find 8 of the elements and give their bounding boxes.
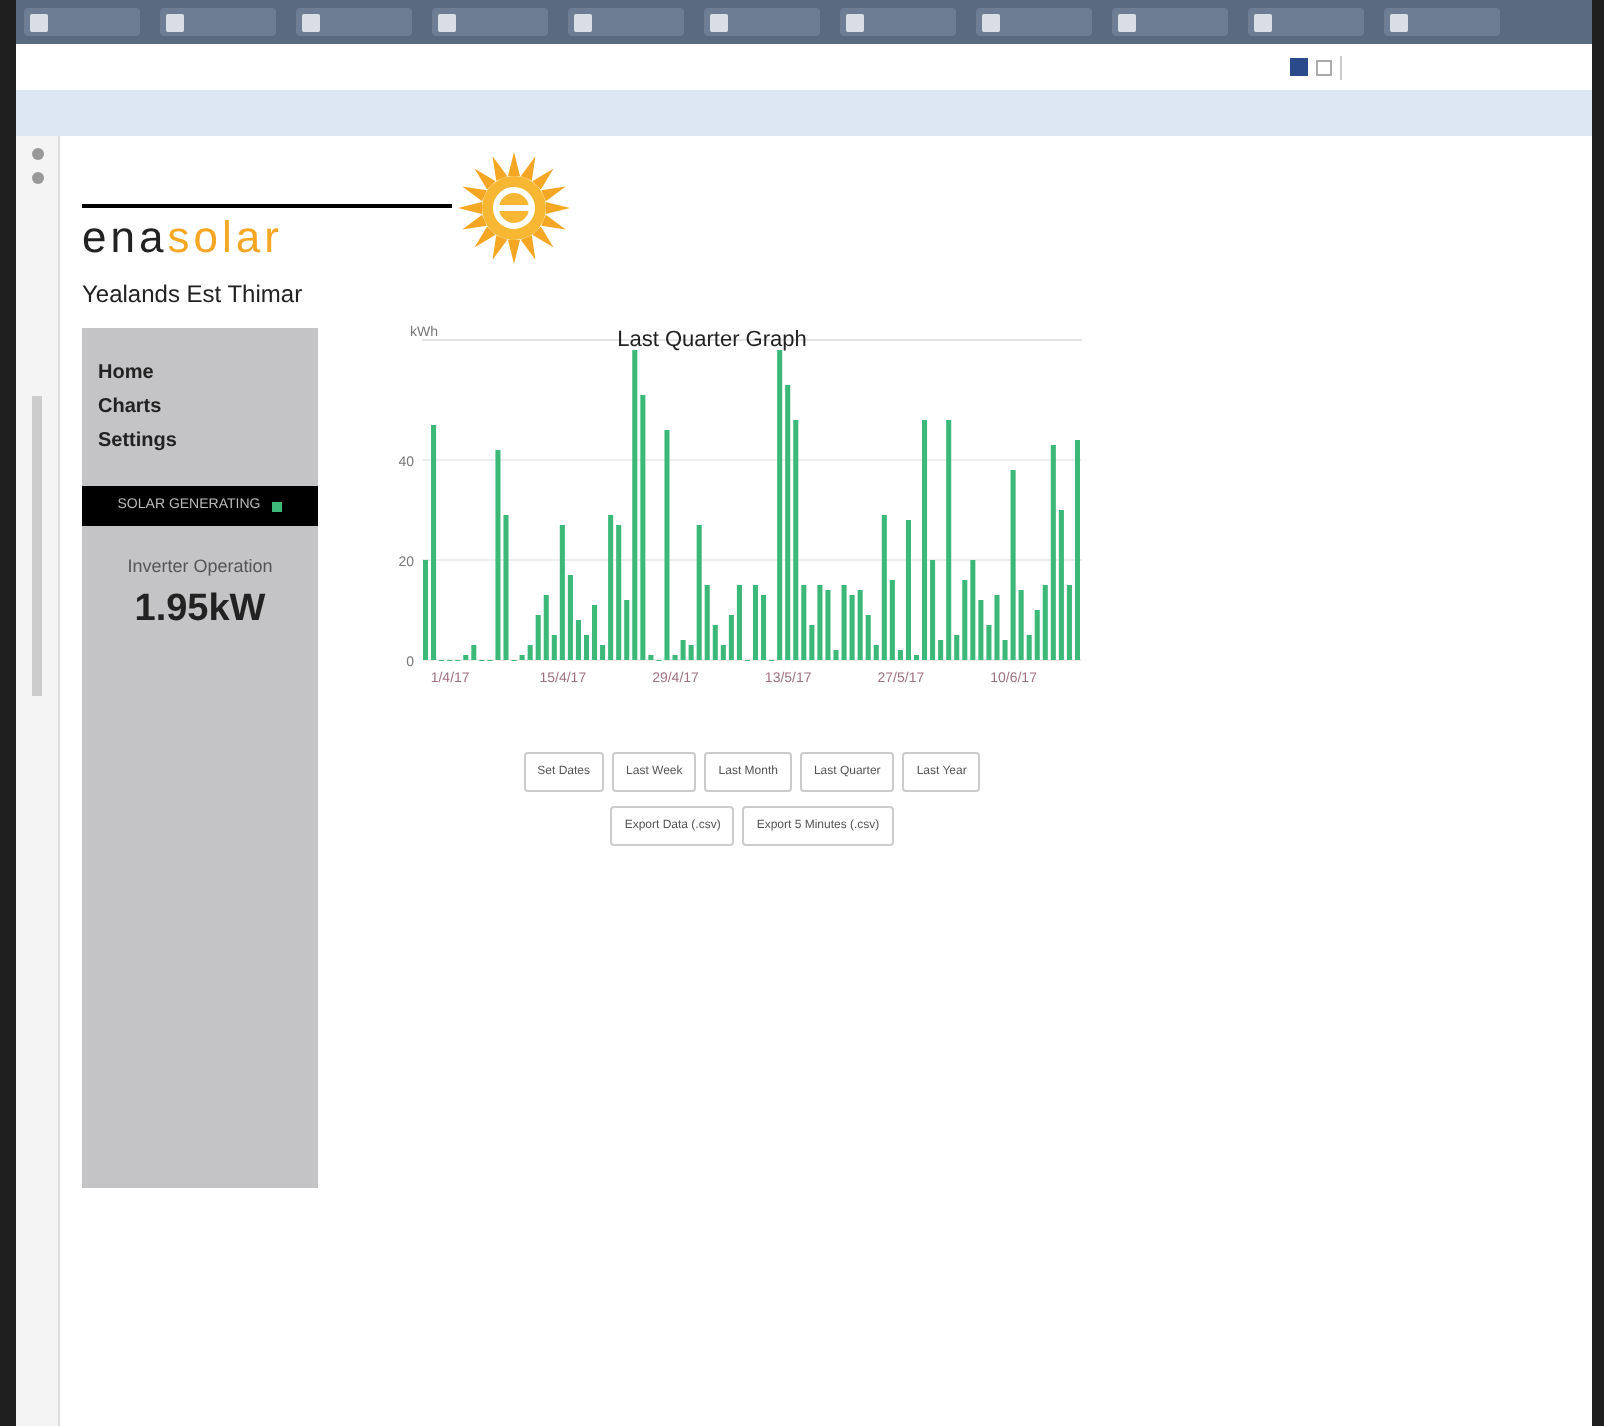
site-name: Yealands Est Thimar: [82, 278, 305, 312]
nav-link[interactable]: Charts: [82, 390, 318, 424]
nav-link[interactable]: Settings: [82, 424, 318, 458]
nav-link[interactable]: Home: [82, 356, 318, 390]
brand-logo: enasolar: [82, 216, 285, 260]
reading-label: Inverter Operation: [125, 554, 275, 580]
reading-value: 1.95kW: [132, 585, 268, 633]
chart-title: Last Quarter Graph: [617, 328, 807, 352]
